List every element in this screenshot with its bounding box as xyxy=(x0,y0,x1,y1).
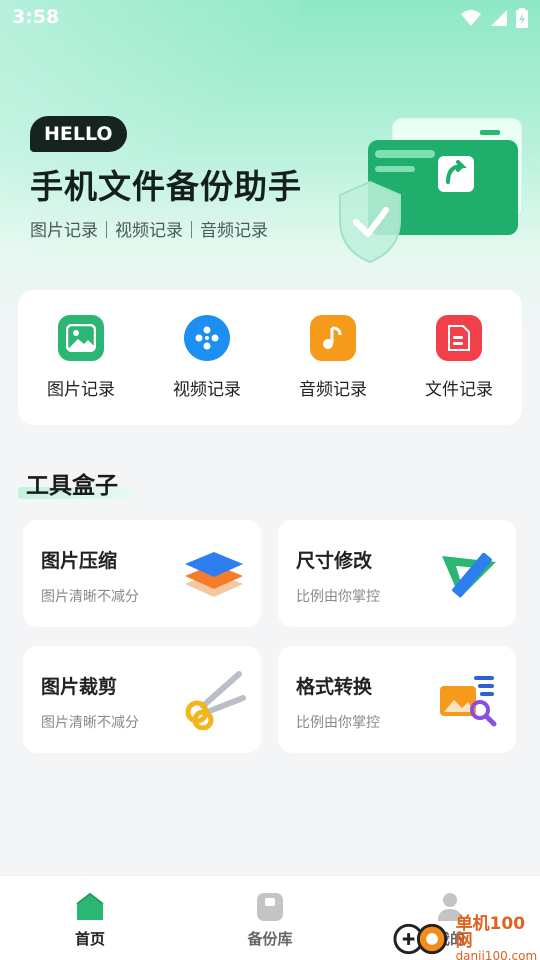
tool-desc: 比例由你掌控 xyxy=(296,715,380,731)
tool-card-resize[interactable]: 尺寸修改 比例由你掌控 xyxy=(278,520,516,627)
tool-desc: 比例由你掌控 xyxy=(296,589,380,605)
quick-actions-card: 图片记录 视频记录 音频记录 文件记录 xyxy=(18,290,522,425)
tool-name: 尺寸修改 xyxy=(296,550,373,572)
section-title: 工具盒子 xyxy=(26,473,118,499)
tool-desc: 图片清晰不减分 xyxy=(41,715,139,731)
image-convert-icon xyxy=(440,676,497,727)
hello-badge: HELLO xyxy=(30,116,127,152)
watermark: 单机100网 danji100.com xyxy=(393,916,540,960)
quick-action-label: 音频记录 xyxy=(299,380,367,400)
wifi-icon xyxy=(461,10,481,26)
backup-illustration-icon xyxy=(339,117,523,264)
ruler-triangle-icon xyxy=(442,552,496,598)
nav-backup-library[interactable]: 备份库 xyxy=(220,892,320,949)
image-icon xyxy=(58,315,104,361)
tool-name: 图片压缩 xyxy=(41,550,118,572)
nav-label: 首页 xyxy=(74,930,105,948)
scissors-icon xyxy=(185,671,246,730)
music-note-icon xyxy=(310,315,356,361)
hero-subtitle: 图片记录｜视频记录｜音频记录 xyxy=(30,221,268,241)
watermark-logo-icon xyxy=(393,923,448,955)
tool-card-convert[interactable]: 格式转换 比例由你掌控 xyxy=(278,646,516,753)
quick-action-video[interactable]: 视频记录 xyxy=(152,315,262,400)
tool-card-compress[interactable]: 图片压缩 图片清晰不减分 xyxy=(23,520,261,627)
tool-desc: 图片清晰不减分 xyxy=(41,589,139,605)
hero-title: 手机文件备份助手 xyxy=(30,167,302,206)
watermark-url: danji100.com xyxy=(455,949,538,960)
quick-action-file[interactable]: 文件记录 xyxy=(404,315,514,400)
quick-action-audio[interactable]: 音频记录 xyxy=(278,315,388,400)
film-reel-icon xyxy=(184,315,230,361)
storage-icon xyxy=(257,893,283,921)
status-bar: 3:58 xyxy=(0,0,540,36)
tool-name: 格式转换 xyxy=(296,676,373,698)
nav-home[interactable]: 首页 xyxy=(40,892,140,949)
status-time: 3:58 xyxy=(12,6,60,28)
layers-icon xyxy=(185,552,243,597)
quick-action-label: 图片记录 xyxy=(47,380,115,400)
tool-name: 图片裁剪 xyxy=(41,676,118,698)
battery-icon xyxy=(516,8,528,28)
quick-action-image[interactable]: 图片记录 xyxy=(26,315,136,400)
quick-action-label: 文件记录 xyxy=(425,380,493,400)
tool-card-crop[interactable]: 图片裁剪 图片清晰不减分 xyxy=(23,646,261,753)
home-icon xyxy=(76,892,104,920)
signal-icon xyxy=(491,10,507,26)
watermark-text: 单机100网 xyxy=(455,914,526,951)
document-icon xyxy=(436,315,482,361)
nav-label: 备份库 xyxy=(247,930,293,948)
quick-action-label: 视频记录 xyxy=(173,380,241,400)
